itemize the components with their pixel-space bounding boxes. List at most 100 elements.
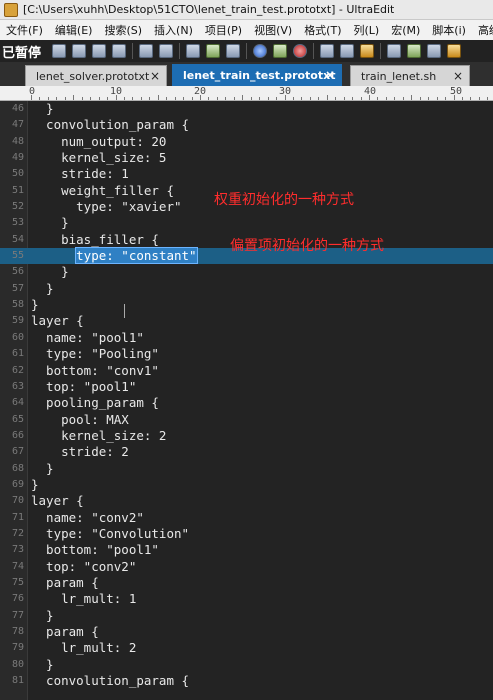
code-text[interactable]: name: "conv2" bbox=[31, 510, 144, 526]
code-text[interactable]: type: "constant" bbox=[31, 247, 198, 265]
bookmark-icon[interactable] bbox=[447, 44, 462, 58]
column-mode-icon[interactable] bbox=[206, 44, 221, 58]
cut-icon[interactable] bbox=[320, 44, 335, 58]
code-text[interactable]: stride: 2 bbox=[31, 444, 129, 460]
menu-advanced[interactable]: 高级(A) bbox=[472, 22, 493, 38]
code-text[interactable]: convolution_param { bbox=[31, 117, 189, 133]
close-icon[interactable]: × bbox=[453, 66, 463, 87]
code-text[interactable]: } bbox=[31, 461, 54, 477]
code-text[interactable]: top: "conv2" bbox=[31, 559, 136, 575]
code-line[interactable]: 80 } bbox=[0, 657, 493, 673]
menu-search[interactable]: 搜索(S) bbox=[98, 22, 148, 38]
code-line[interactable]: 81 convolution_param { bbox=[0, 673, 493, 689]
find-in-files-icon[interactable] bbox=[427, 44, 442, 58]
code-line[interactable]: 68 } bbox=[0, 461, 493, 477]
code-line[interactable]: 56 } bbox=[0, 264, 493, 280]
web-icon[interactable] bbox=[273, 44, 288, 58]
code-text[interactable]: kernel_size: 5 bbox=[31, 150, 166, 166]
code-line[interactable]: 79 lr_mult: 2 bbox=[0, 640, 493, 656]
menu-view[interactable]: 视图(V) bbox=[248, 22, 298, 38]
code-line[interactable]: 69} bbox=[0, 477, 493, 493]
code-line[interactable]: 57 } bbox=[0, 281, 493, 297]
code-line[interactable]: 48 num_output: 20 bbox=[0, 134, 493, 150]
code-text[interactable]: } bbox=[31, 657, 54, 673]
code-line[interactable]: 63 top: "pool1" bbox=[0, 379, 493, 395]
code-line[interactable]: 60 name: "pool1" bbox=[0, 330, 493, 346]
code-line[interactable]: 71 name: "conv2" bbox=[0, 510, 493, 526]
code-text[interactable]: weight_filler { bbox=[31, 183, 174, 199]
code-line[interactable]: 64 pooling_param { bbox=[0, 395, 493, 411]
code-text[interactable]: type: "xavier" bbox=[31, 199, 181, 215]
paste-icon[interactable] bbox=[360, 44, 375, 58]
menu-insert[interactable]: 插入(N) bbox=[148, 22, 199, 38]
code-text[interactable]: param { bbox=[31, 624, 99, 640]
menu-script[interactable]: 脚本(i) bbox=[426, 22, 472, 38]
code-text[interactable]: kernel_size: 2 bbox=[31, 428, 166, 444]
tab-lenet-solver[interactable]: lenet_solver.prototxt × bbox=[25, 65, 167, 86]
word-wrap-icon[interactable] bbox=[226, 44, 241, 58]
menu-macro[interactable]: 宏(M) bbox=[385, 22, 426, 38]
code-text[interactable]: type: "Pooling" bbox=[31, 346, 159, 362]
code-text[interactable]: lr_mult: 2 bbox=[31, 640, 136, 656]
new-file-icon[interactable] bbox=[52, 44, 67, 58]
code-line[interactable]: 50 stride: 1 bbox=[0, 166, 493, 182]
code-editor[interactable]: 46 } 47 convolution_param {48 num_output:… bbox=[0, 101, 493, 700]
code-line[interactable]: 75 param { bbox=[0, 575, 493, 591]
selected-text[interactable]: type: "constant" bbox=[75, 247, 198, 265]
close-icon[interactable]: × bbox=[325, 65, 335, 86]
code-line[interactable]: 62 bottom: "conv1" bbox=[0, 363, 493, 379]
code-line[interactable]: 46 } bbox=[0, 101, 493, 117]
code-text[interactable]: } bbox=[31, 101, 54, 117]
print-preview-icon[interactable] bbox=[159, 44, 174, 58]
code-text[interactable]: } bbox=[31, 297, 39, 313]
code-line[interactable]: 72 type: "Convolution" bbox=[0, 526, 493, 542]
code-line[interactable]: 65 pool: MAX bbox=[0, 412, 493, 428]
code-text[interactable]: type: "Convolution" bbox=[31, 526, 189, 542]
code-text[interactable]: layer { bbox=[31, 313, 84, 329]
code-text[interactable]: } bbox=[31, 477, 39, 493]
code-line[interactable]: 59 layer { bbox=[0, 313, 493, 329]
open-file-icon[interactable] bbox=[72, 44, 87, 58]
save-icon[interactable] bbox=[92, 44, 107, 58]
code-text[interactable]: convolution_param { bbox=[31, 673, 189, 689]
browser-icon[interactable] bbox=[253, 44, 268, 58]
menu-file[interactable]: 文件(F) bbox=[0, 22, 49, 38]
code-line[interactable]: 76 lr_mult: 1 bbox=[0, 591, 493, 607]
code-line[interactable]: 49 kernel_size: 5 bbox=[0, 150, 493, 166]
code-text[interactable]: bottom: "pool1" bbox=[31, 542, 159, 558]
code-text[interactable]: bias_filler { bbox=[31, 232, 159, 248]
tab-lenet-train-test[interactable]: lenet_train_test.prototxt × bbox=[172, 64, 342, 86]
find-icon[interactable] bbox=[387, 44, 402, 58]
code-line[interactable]: 74 top: "conv2" bbox=[0, 559, 493, 575]
menu-edit[interactable]: 编辑(E) bbox=[49, 22, 99, 38]
code-text[interactable]: } bbox=[31, 281, 54, 297]
close-icon[interactable]: × bbox=[150, 66, 160, 87]
code-line[interactable]: 70 layer { bbox=[0, 493, 493, 509]
code-text[interactable]: pooling_param { bbox=[31, 395, 159, 411]
stop-icon[interactable] bbox=[293, 44, 308, 58]
code-text[interactable]: } bbox=[31, 264, 69, 280]
code-text[interactable]: num_output: 20 bbox=[31, 134, 166, 150]
code-line[interactable]: 78 param { bbox=[0, 624, 493, 640]
code-line[interactable]: 66 kernel_size: 2 bbox=[0, 428, 493, 444]
code-line[interactable]: 73 bottom: "pool1" bbox=[0, 542, 493, 558]
code-text[interactable]: stride: 1 bbox=[31, 166, 129, 182]
save-all-icon[interactable] bbox=[112, 44, 127, 58]
menu-format[interactable]: 格式(T) bbox=[298, 22, 347, 38]
code-text[interactable]: top: "pool1" bbox=[31, 379, 136, 395]
code-text[interactable]: param { bbox=[31, 575, 99, 591]
code-line[interactable]: 47 convolution_param { bbox=[0, 117, 493, 133]
code-text[interactable]: name: "pool1" bbox=[31, 330, 144, 346]
properties-icon[interactable] bbox=[186, 44, 201, 58]
code-line[interactable]: 58} bbox=[0, 297, 493, 313]
copy-icon[interactable] bbox=[340, 44, 355, 58]
code-text[interactable]: layer { bbox=[31, 493, 84, 509]
code-line[interactable]: 61 type: "Pooling" bbox=[0, 346, 493, 362]
print-icon[interactable] bbox=[139, 44, 154, 58]
code-line[interactable]: 67 stride: 2 bbox=[0, 444, 493, 460]
code-line[interactable]: 53 } bbox=[0, 215, 493, 231]
tab-train-lenet[interactable]: train_lenet.sh × bbox=[350, 65, 470, 86]
menu-project[interactable]: 项目(P) bbox=[199, 22, 248, 38]
code-text[interactable]: } bbox=[31, 608, 54, 624]
code-text[interactable]: bottom: "conv1" bbox=[31, 363, 159, 379]
